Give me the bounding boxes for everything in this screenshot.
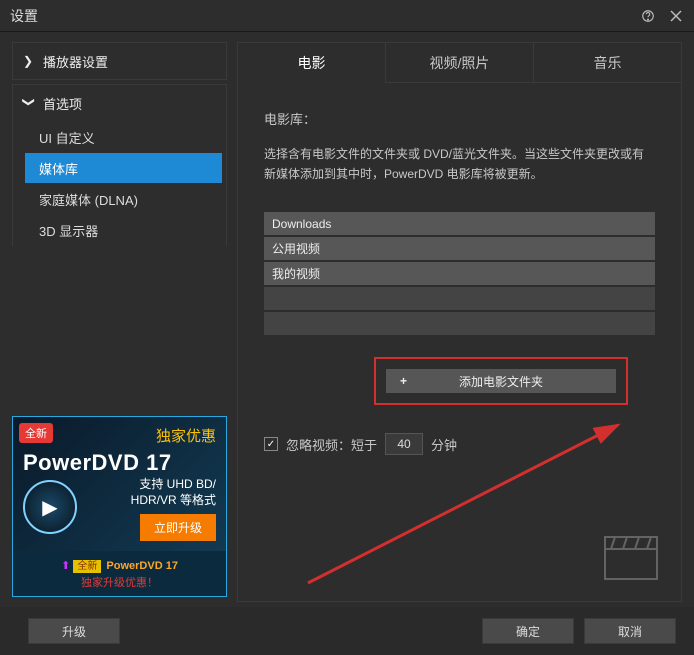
add-folder-button[interactable]: + 添加电影文件夹 xyxy=(386,369,616,393)
ok-button[interactable]: 确定 xyxy=(482,618,574,644)
sidebar-item-dlna[interactable]: 家庭媒体 (DLNA) xyxy=(25,184,222,214)
sidebar-section-player[interactable]: ❯ 播放器设置 xyxy=(13,43,226,79)
sidebar: ❯ 播放器设置 ❯ 首选项 UI 自定义 媒体库 家庭媒体 (DLNA) 3D … xyxy=(12,42,227,602)
sidebar-section-prefs[interactable]: ❯ 首选项 xyxy=(13,85,226,121)
promo-brand: PowerDVD 17 xyxy=(23,450,216,476)
chevron-down-icon: ❯ xyxy=(22,97,36,109)
main-panel: 电影 视频/照片 音乐 电影库： 选择含有电影文件的文件夹或 DVD/蓝光文件夹… xyxy=(237,42,682,602)
up-arrow-icon: ⬆ xyxy=(61,560,70,572)
folder-row[interactable]: 我的视频 xyxy=(264,262,655,285)
promo-bottom-line1: ⬆ 全新 PowerDVD 17 xyxy=(13,557,226,572)
tab-video-photo[interactable]: 视频/照片 xyxy=(386,43,534,83)
folder-row-empty xyxy=(264,312,655,335)
ignore-minutes-input[interactable] xyxy=(385,433,423,455)
promo-upgrade-button[interactable]: 立即升级 xyxy=(140,514,216,541)
tab-movies[interactable]: 电影 xyxy=(238,43,386,83)
dialog-title: 设置 xyxy=(10,6,628,26)
folder-row-empty xyxy=(264,287,655,310)
ignore-unit: 分钟 xyxy=(431,435,457,454)
cancel-button[interactable]: 取消 xyxy=(584,618,676,644)
plus-icon: + xyxy=(400,374,407,388)
section-heading: 电影库： xyxy=(264,109,655,128)
sidebar-item-ui[interactable]: UI 自定义 xyxy=(25,122,222,152)
clapperboard-icon xyxy=(601,531,661,583)
ignore-checkbox[interactable]: ✓ xyxy=(264,437,278,451)
close-icon[interactable] xyxy=(668,8,684,24)
tab-music[interactable]: 音乐 xyxy=(534,43,681,83)
play-icon: ▶ xyxy=(23,480,77,534)
folder-row[interactable]: 公用视频 xyxy=(264,237,655,260)
promo-banner[interactable]: 全新 独家优惠 PowerDVD 17 ▶ 支持 UHD BD/ HDR/VR … xyxy=(12,416,227,597)
ignore-label: 忽略视频：短于 xyxy=(286,435,377,454)
sidebar-item-3d[interactable]: 3D 显示器 xyxy=(25,215,222,245)
folder-list: Downloads 公用视频 我的视频 xyxy=(264,212,655,335)
promo-bottom-line2: 独家升级优惠！ xyxy=(13,574,226,590)
sidebar-item-media-library[interactable]: 媒体库 xyxy=(25,153,222,183)
help-icon[interactable] xyxy=(640,8,656,24)
upgrade-button[interactable]: 升级 xyxy=(28,618,120,644)
promo-badge: 全新 xyxy=(19,423,53,443)
section-description: 选择含有电影文件的文件夹或 DVD/蓝光文件夹。当这些文件夹更改或有新媒体添加到… xyxy=(264,144,644,184)
chevron-right-icon: ❯ xyxy=(23,54,35,68)
folder-row[interactable]: Downloads xyxy=(264,212,655,235)
sidebar-section-label: 首选项 xyxy=(43,94,82,113)
promo-title: 独家优惠 xyxy=(63,425,216,446)
add-folder-highlight: + 添加电影文件夹 xyxy=(374,357,628,405)
sidebar-section-label: 播放器设置 xyxy=(43,52,108,71)
